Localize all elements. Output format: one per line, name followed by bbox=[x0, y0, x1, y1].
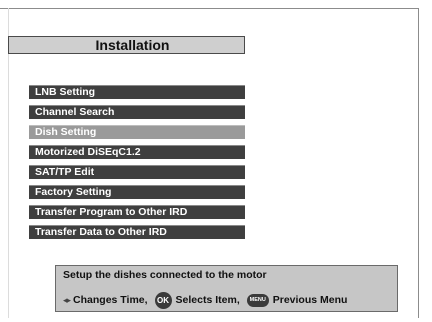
changes-time-hint: Changes Time, bbox=[73, 294, 148, 306]
left-right-arrows-icon: ◂▸ bbox=[63, 294, 71, 305]
help-panel: Setup the dishes connected to the motor … bbox=[55, 265, 398, 312]
menu-item-factory-setting[interactable]: Factory Setting bbox=[29, 185, 245, 199]
selects-item-hint: Selects Item, bbox=[175, 294, 240, 306]
key-hints: ◂▸ Changes Time, OK Selects Item, MENU P… bbox=[63, 291, 348, 309]
previous-menu-hint: Previous Menu bbox=[272, 294, 348, 306]
menu-item-channel-search[interactable]: Channel Search bbox=[29, 105, 245, 119]
ok-button-icon: OK bbox=[154, 291, 172, 309]
menu-item-dish-setting[interactable]: Dish Setting bbox=[29, 125, 245, 139]
menu-item-lnb-setting[interactable]: LNB Setting bbox=[29, 85, 245, 99]
menu-item-transfer-program[interactable]: Transfer Program to Other IRD bbox=[29, 205, 245, 219]
menu-button-icon: MENU bbox=[246, 293, 269, 307]
title-bar: Installation bbox=[8, 36, 245, 54]
installation-menu: LNB Setting Channel Search Dish Setting … bbox=[29, 85, 245, 245]
menu-item-sat-tp-edit[interactable]: SAT/TP Edit bbox=[29, 165, 245, 179]
menu-item-motorized-diseqc[interactable]: Motorized DiSEqC1.2 bbox=[29, 145, 245, 159]
frame-right-border bbox=[418, 8, 419, 318]
help-description: Setup the dishes connected to the motor bbox=[63, 269, 267, 281]
frame-left-border bbox=[8, 8, 9, 318]
page-title: Installation bbox=[95, 37, 170, 53]
frame-top-border bbox=[0, 8, 418, 9]
menu-item-transfer-data[interactable]: Transfer Data to Other IRD bbox=[29, 225, 245, 239]
